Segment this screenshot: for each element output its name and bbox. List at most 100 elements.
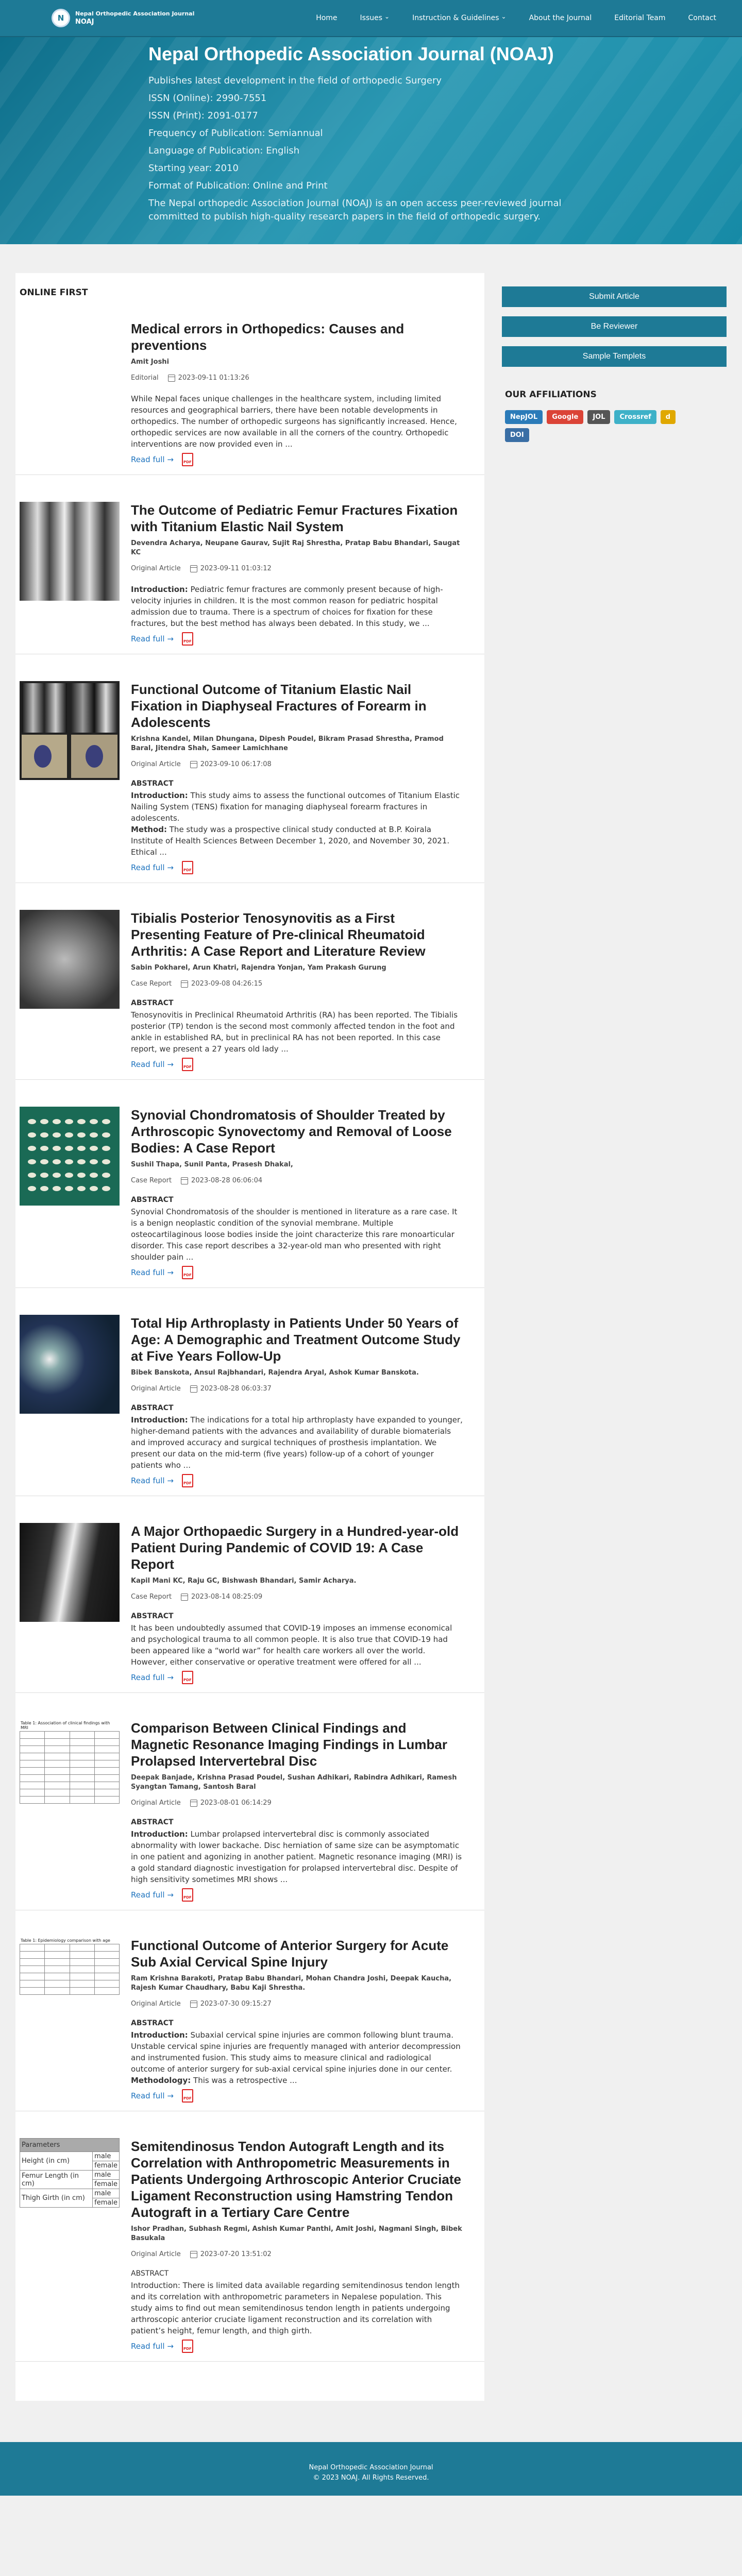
article-thumbnail[interactable]: Parameters Height (in cm) male female Femur …: [20, 2138, 120, 2237]
pdf-icon[interactable]: [181, 1474, 193, 1487]
article-title[interactable]: Semitendinosus Tendon Autograft Length a…: [131, 2138, 464, 2221]
sidebar: Submit Article Be Reviewer Sample Templets…: [502, 273, 727, 2401]
affiliation-logo[interactable]: Google: [547, 410, 584, 424]
parameter-label: Femur Length (in cm): [20, 2170, 93, 2189]
pdf-icon[interactable]: [181, 2340, 193, 2353]
article-thumbnail[interactable]: [20, 502, 120, 601]
article-title[interactable]: A Major Orthopaedic Surgery in a Hundred…: [131, 1523, 464, 1572]
pdf-icon[interactable]: [181, 1266, 193, 1279]
nav-item[interactable]: Contact: [688, 14, 716, 22]
pdf-icon[interactable]: [181, 632, 193, 646]
read-full-link[interactable]: Read full →: [131, 1060, 174, 1069]
article-thumbnail[interactable]: [20, 1523, 120, 1622]
abstract-heading: ABSTRACT: [131, 1404, 174, 1412]
article-title[interactable]: Functional Outcome of Anterior Surgery f…: [131, 1937, 464, 1970]
read-full-link[interactable]: Read full →: [131, 863, 174, 872]
nav-item[interactable]: Instruction & Guidelines ⌄: [412, 13, 507, 22]
affiliation-logo[interactable]: NepJOL: [505, 410, 543, 424]
article-card: Medical errors in Orthopedics: Causes an…: [15, 312, 484, 475]
calendar-icon: [190, 760, 197, 768]
hero-info-line: ISSN (Online): 2990-7551: [148, 93, 267, 104]
article-date: 2023-09-11 01:13:26: [167, 374, 249, 382]
read-full-link[interactable]: Read full →: [131, 455, 174, 464]
calendar-icon: [181, 1593, 189, 1601]
excerpt-lead: Introduction:: [131, 585, 188, 594]
brand[interactable]: N Nepal Orthopedic Association Journal N…: [52, 9, 194, 27]
article-meta: Original Article 2023-08-01 06:14:29: [131, 1799, 464, 1807]
nav-item-label: Issues: [360, 14, 383, 22]
article-authors: Bibek Banskota, Ansul Rajbhandari, Rajen…: [131, 1369, 419, 1377]
nav-item[interactable]: Issues ⌄: [360, 13, 390, 22]
article-card: Table 1: Association of clinical finding…: [15, 1711, 484, 1910]
chevron-down-icon: ⌄: [501, 13, 507, 20]
brand-name: Nepal Orthopedic Association Journal: [75, 10, 195, 17]
article-excerpt: Introduction: This study aims to assess …: [131, 790, 464, 824]
submit-article-button[interactable]: Submit Article: [502, 286, 727, 307]
article-title[interactable]: Synovial Chondromatosis of Shoulder Trea…: [131, 1107, 464, 1156]
pdf-icon[interactable]: [181, 2089, 193, 2103]
thumbnail-table: [20, 1731, 120, 1804]
excerpt-lead: Introduction:: [131, 1415, 188, 1425]
article-type: Original Article: [131, 1385, 181, 1393]
affiliation-logo[interactable]: JOL: [587, 410, 611, 424]
article-date-text: 2023-08-01 06:14:29: [200, 1799, 272, 1807]
calendar-icon: [190, 2000, 197, 2008]
pdf-icon[interactable]: [181, 1058, 193, 1071]
abstract-heading: ABSTRACT: [131, 1818, 174, 1826]
pdf-icon[interactable]: [181, 861, 193, 874]
affiliation-logo[interactable]: DOI: [505, 428, 529, 442]
article-card: Synovial Chondromatosis of Shoulder Trea…: [15, 1098, 484, 1288]
article-excerpt-methods: Methodology: This was a retrospective ..…: [131, 2075, 464, 2086]
calendar-icon: [190, 1799, 197, 1807]
article-thumbnail[interactable]: [20, 1315, 120, 1414]
article-card: The Outcome of Pediatric Femur Fractures…: [15, 494, 484, 654]
article-title[interactable]: Functional Outcome of Titanium Elastic N…: [131, 681, 464, 731]
pdf-icon[interactable]: [181, 1888, 193, 1902]
article-title[interactable]: Total Hip Arthroplasty in Patients Under…: [131, 1315, 464, 1364]
article-card: Functional Outcome of Titanium Elastic N…: [15, 673, 484, 883]
article-title[interactable]: Medical errors in Orthopedics: Causes an…: [131, 320, 464, 353]
nav-item[interactable]: About the Journal: [529, 14, 592, 22]
nav-item[interactable]: Home: [316, 14, 337, 22]
article-date-text: 2023-09-08 04:26:15: [191, 980, 263, 988]
article-thumbnail[interactable]: [20, 1107, 120, 1206]
read-full-link[interactable]: Read full →: [131, 1890, 174, 1900]
article-thumbnail[interactable]: Table 1: Epidemiology comparison with ag…: [20, 1937, 120, 2036]
excerpt-text: Introduction: There is limited data avai…: [131, 2281, 460, 2335]
article-authors: Devendra Acharya, Neupane Gaurav, Sujit …: [131, 539, 460, 556]
article-date-text: 2023-07-20 13:51:02: [200, 2250, 272, 2258]
affiliation-logo[interactable]: Crossref: [614, 410, 656, 424]
be-reviewer-button[interactable]: Be Reviewer: [502, 316, 727, 337]
read-full-link[interactable]: Read full →: [131, 2091, 174, 2100]
main-menu: Home Issues ⌄ Instruction & Guidelines ⌄ Abou…: [316, 13, 716, 22]
excerpt-lead: Introduction:: [131, 2030, 188, 2040]
pdf-icon[interactable]: [181, 453, 193, 466]
nav-item[interactable]: Editorial Team: [614, 14, 665, 22]
read-full-link[interactable]: Read full →: [131, 634, 174, 643]
read-full-link[interactable]: Read full →: [131, 1268, 174, 1277]
pdf-icon[interactable]: [181, 1671, 193, 1684]
calendar-icon: [181, 980, 189, 988]
read-full-link[interactable]: Read full →: [131, 1673, 174, 1682]
sample-templates-button[interactable]: Sample Templets: [502, 346, 727, 367]
article-thumbnail[interactable]: [20, 320, 120, 419]
article-excerpt: Introduction: Lumbar prolapsed intervert…: [131, 1828, 464, 1885]
article-title[interactable]: Comparison Between Clinical Findings and…: [131, 1720, 464, 1769]
article-title[interactable]: Tibialis Posterior Tenosynovitis as a Fi…: [131, 910, 464, 959]
abstract-heading: ABSTRACT: [131, 779, 174, 788]
article-actions: Read full →: [131, 1671, 464, 1684]
article-title[interactable]: The Outcome of Pediatric Femur Fractures…: [131, 502, 464, 535]
article-authors: Amit Joshi: [131, 358, 170, 366]
calendar-icon: [190, 1385, 197, 1393]
nav-item-label: Editorial Team: [614, 14, 666, 22]
article-thumbnail[interactable]: Table 1: Association of clinical finding…: [20, 1720, 120, 1819]
excerpt-text: This was a retrospective ...: [191, 2076, 297, 2085]
parameter-label: Height (in cm): [20, 2151, 93, 2171]
article-thumbnail[interactable]: [20, 681, 120, 780]
affiliation-logo[interactable]: d: [660, 410, 676, 424]
article-meta: Case Report 2023-09-08 04:26:15: [131, 980, 464, 988]
article-thumbnail[interactable]: [20, 910, 120, 1009]
article-meta: Original Article 2023-07-30 09:15:27: [131, 2000, 464, 2008]
read-full-link[interactable]: Read full →: [131, 2342, 174, 2351]
read-full-link[interactable]: Read full →: [131, 1476, 174, 1485]
